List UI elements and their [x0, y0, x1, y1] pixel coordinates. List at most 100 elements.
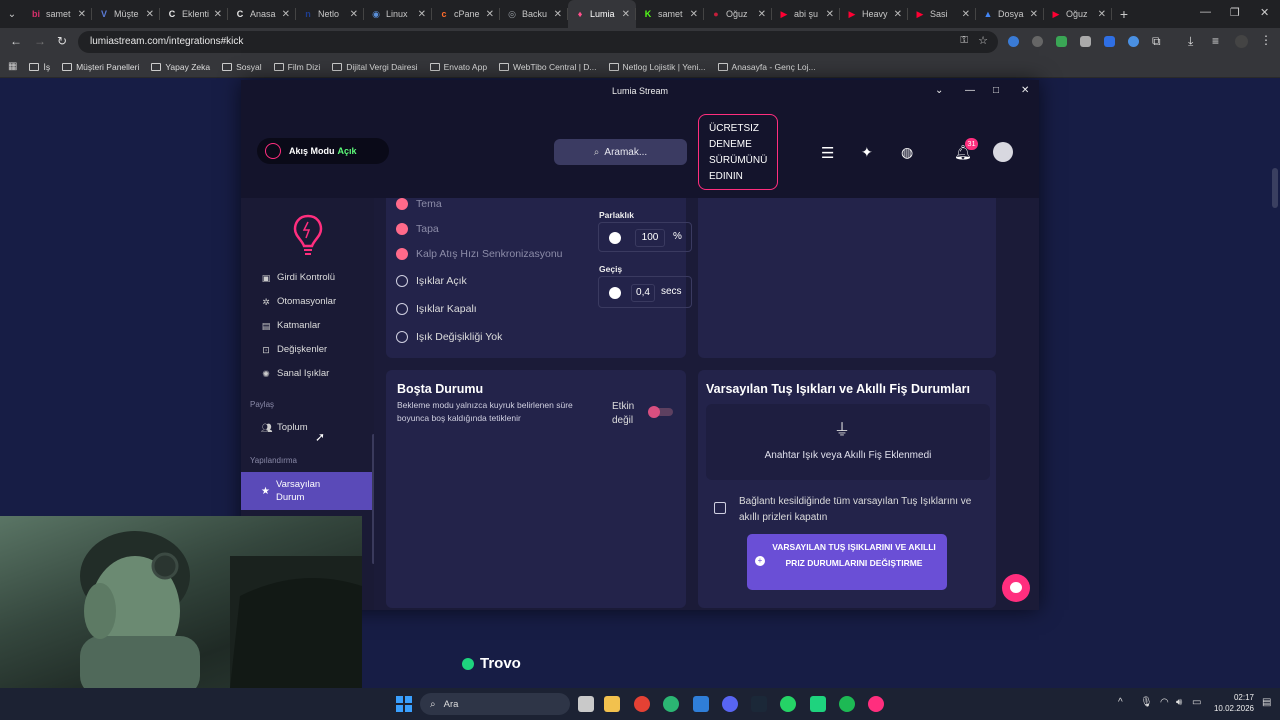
bookmark-item[interactable]: İş [29, 62, 50, 72]
radio-button[interactable] [396, 275, 408, 287]
tab-close-icon[interactable]: ✕ [282, 9, 290, 20]
mode-option[interactable]: Kalp Atış Hızı Senkronizasyonu [396, 248, 563, 260]
browser-tab[interactable]: bi samet ✕ [24, 0, 92, 28]
tab-close-icon[interactable]: ✕ [486, 9, 494, 20]
browser-tab[interactable]: ● Oğuz ✕ [704, 0, 772, 28]
chrome-icon[interactable] [634, 696, 650, 712]
free-trial-button[interactable]: ÜCRETSIZ DENEME SÜRÜMÜNÜ EDININ [698, 114, 778, 190]
tab-close-icon[interactable]: ✕ [554, 9, 562, 20]
back-icon[interactable]: ← [10, 34, 22, 48]
tab-close-icon[interactable]: ✕ [622, 9, 630, 20]
sidebar-item[interactable]: ✺ Sanal Işıklar [261, 368, 329, 379]
browser-tab[interactable]: ▶ Oğuz ✕ [1044, 0, 1112, 28]
tab-close-icon[interactable]: ✕ [826, 9, 834, 20]
browser-tab[interactable]: Ksamet ✕ [636, 0, 704, 28]
steam-icon[interactable] [751, 696, 767, 712]
lightbulb-icon[interactable]: ✦ [861, 144, 873, 161]
stream-mode-toggle[interactable]: Akış Modu Açık [257, 138, 389, 164]
transition-input[interactable]: 0,4 [631, 284, 655, 302]
page-scrollbar[interactable] [1272, 168, 1278, 208]
mode-option[interactable]: Işık Değişikliği Yok [396, 331, 502, 343]
media-icon[interactable]: ≡ [1212, 34, 1219, 48]
address-bar[interactable]: lumiastream.com/integrations#kick ⚿ ☆ [78, 31, 998, 53]
disconnect-checkbox[interactable] [714, 502, 726, 514]
bookmark-item[interactable]: Netlog Lojistik | Yeni... [608, 62, 706, 72]
bookmark-item[interactable]: Anasayfa - Genç Loj... [717, 62, 816, 72]
minimize-icon[interactable]: — [1200, 6, 1211, 18]
browser-tab[interactable]: ♦ Lumia ✕ [568, 0, 636, 28]
download-icon[interactable]: ⤓ [1188, 34, 1193, 49]
volume-icon[interactable]: 🔊︎ [1176, 697, 1182, 708]
file-explorer-icon[interactable] [604, 696, 620, 712]
browser-tab[interactable]: n Netlo ✕ [296, 0, 364, 28]
chat-support-button[interactable] [1002, 574, 1030, 602]
app-green-icon[interactable] [810, 696, 826, 712]
app-icon[interactable] [693, 696, 709, 712]
search-input[interactable]: ⌕ Aramak... [554, 139, 687, 165]
tab-close-icon[interactable]: ✕ [690, 9, 698, 20]
bookmark-star-icon[interactable]: ☆ [978, 34, 988, 47]
bookmark-item[interactable]: Film Dizi [273, 62, 320, 72]
mode-option[interactable]: Işıklar Kapalı [396, 303, 477, 315]
browser-tab[interactable]: ▶ Sasi ✕ [908, 0, 976, 28]
forward-icon[interactable]: → [34, 34, 46, 48]
user-avatar[interactable] [993, 142, 1013, 162]
lumia-close-icon[interactable]: ✕ [1021, 80, 1029, 102]
sidebar-item-default-state[interactable]: ★ Varsayılan Durum [241, 472, 372, 510]
mode-option[interactable]: Işıklar Açık [396, 275, 467, 287]
mode-option[interactable]: Tapa [396, 223, 439, 235]
microphone-icon[interactable]: 🎙︎ [1140, 697, 1153, 708]
tab-close-icon[interactable]: ✕ [894, 9, 902, 20]
tab-close-icon[interactable]: ✕ [962, 9, 970, 20]
wifi-icon[interactable]: ◠ [1160, 697, 1169, 708]
extension-icon-3[interactable] [1056, 36, 1067, 47]
tab-close-icon[interactable]: ✕ [78, 9, 86, 20]
lumia-taskbar-icon[interactable] [868, 696, 884, 712]
tab-close-icon[interactable]: ✕ [350, 9, 358, 20]
browser-tab[interactable]: ▶ abi şu ✕ [772, 0, 840, 28]
profile-avatar[interactable] [1235, 35, 1248, 48]
extension-icon-1[interactable] [1008, 36, 1019, 47]
idle-toggle[interactable] [648, 406, 673, 418]
settings-sliders-icon[interactable]: ☰ [821, 144, 834, 162]
start-icon[interactable] [396, 696, 412, 712]
new-tab-button[interactable]: + [1112, 6, 1136, 22]
tab-search-icon[interactable]: ⌄ [0, 0, 24, 28]
notification-center-icon[interactable]: ▤ [1262, 697, 1271, 708]
sidebar-item[interactable]: ▣ Girdi Kontrolü [261, 272, 335, 283]
tab-close-icon[interactable]: ✕ [758, 9, 766, 20]
mode-option[interactable]: Tema [396, 198, 442, 210]
browser-tab[interactable]: ▶ Heavy ✕ [840, 0, 908, 28]
extension-icon-5[interactable] [1104, 36, 1115, 47]
brightness-input[interactable]: 100 [635, 229, 665, 247]
tab-close-icon[interactable]: ✕ [418, 9, 426, 20]
bookmark-item[interactable]: Yapay Zeka [151, 62, 210, 72]
battery-icon[interactable]: ▭ [1192, 697, 1201, 708]
tab-close-icon[interactable]: ✕ [1030, 9, 1038, 20]
extensions-puzzle-icon[interactable]: ⧉ [1152, 34, 1161, 49]
browser-tab[interactable]: c cPane ✕ [432, 0, 500, 28]
chrome-profile-icon[interactable] [663, 696, 679, 712]
bookmark-item[interactable]: WebTibo Central | D... [499, 62, 597, 72]
tab-close-icon[interactable]: ✕ [146, 9, 154, 20]
discord-icon[interactable] [722, 696, 738, 712]
sidebar-item[interactable]: ✲ Otomasyonlar [261, 296, 336, 307]
brightness-slider-thumb[interactable] [609, 232, 621, 244]
radio-button[interactable] [396, 303, 408, 315]
key-icon[interactable]: ⚿ [960, 35, 968, 46]
clock[interactable]: 02:17 10.02.2026 [1210, 692, 1254, 714]
bookmark-item[interactable]: Dijital Vergi Dairesi [332, 62, 418, 72]
radio-button[interactable] [396, 331, 408, 343]
transition-slider-thumb[interactable] [609, 287, 621, 299]
browser-tab[interactable]: ▲ Dosya ✕ [976, 0, 1044, 28]
extension-icon-2[interactable] [1032, 36, 1043, 47]
bookmark-item[interactable]: Envato App [429, 62, 487, 72]
reload-icon[interactable]: ↻ [57, 34, 67, 48]
browser-tab[interactable]: ◉ Linux ✕ [364, 0, 432, 28]
tab-close-icon[interactable]: ✕ [214, 9, 222, 20]
lumia-minimize-icon[interactable]: — [965, 80, 975, 102]
task-view-icon[interactable] [578, 696, 594, 712]
bookmark-item[interactable]: Müşteri Panelleri [62, 62, 139, 72]
whatsapp-icon[interactable] [780, 696, 796, 712]
extension-icon-4[interactable] [1080, 36, 1091, 47]
